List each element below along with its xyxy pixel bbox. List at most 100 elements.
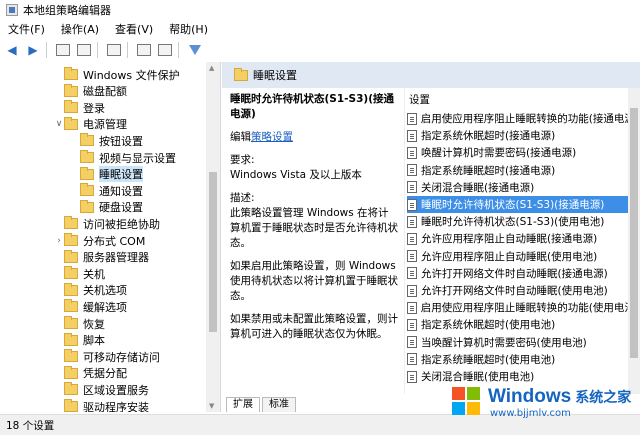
tree-item[interactable]: 驱动程序安装 <box>54 398 149 412</box>
requirements-label: 要求: <box>230 154 255 166</box>
watermark-brand: Windows <box>488 385 572 407</box>
tree-item-label: 区域设置服务 <box>83 383 149 397</box>
policy-title: 睡眠时允许待机状态(S1-S3)(接通电源) <box>230 93 394 120</box>
toolbar-divider <box>127 42 128 58</box>
setting-label: 允许应用程序阻止自动睡眠(接通电源) <box>421 233 598 246</box>
tree-item[interactable]: Windows 文件保护 <box>54 66 180 83</box>
scroll-down-icon[interactable]: ▼ <box>209 402 214 410</box>
setting-row[interactable]: 允许应用程序阻止自动睡眠(使用电池) <box>407 248 629 265</box>
tree-item-label: 硬盘设置 <box>99 201 143 215</box>
setting-row[interactable]: 允许打开网络文件时自动睡眠(使用电池) <box>407 282 629 299</box>
tree-item[interactable]: 磁盘配额 <box>54 83 127 100</box>
setting-label: 指定系统休眠超时(接通电源) <box>421 130 556 143</box>
help-icon[interactable] <box>135 41 153 59</box>
tree-item[interactable]: 服务器管理器 <box>54 249 149 266</box>
back-icon[interactable]: ◀ <box>3 41 21 59</box>
setting-label: 睡眠时允许待机状态(S1-S3)(使用电池) <box>421 216 605 229</box>
setting-row[interactable]: 睡眠时允许待机状态(S1-S3)(使用电池) <box>407 213 629 230</box>
tree-item-label: 按钮设置 <box>99 134 143 148</box>
tree-item[interactable]: 访问被拒绝协助 <box>54 215 160 232</box>
setting-label: 指定系统睡眠超时(使用电池) <box>421 353 556 366</box>
tab-extended[interactable]: 扩展 <box>226 397 260 412</box>
scroll-up-icon[interactable]: ▲ <box>209 64 214 72</box>
expand-arrow-icon[interactable]: › <box>54 236 64 246</box>
setting-row[interactable]: 指定系统睡眠超时(使用电池) <box>407 351 629 368</box>
tree-item[interactable]: 关机 <box>54 265 105 282</box>
tree-item-label: 通知设置 <box>99 184 143 198</box>
description-text: 此策略设置管理 Windows 在将计算机置于睡眠状态时是否允许待机状态。 <box>230 207 398 249</box>
setting-row[interactable]: 启用使应用程序阻止睡眠转换的功能(接通电源) <box>407 110 629 127</box>
settings-column-header[interactable]: 设置 <box>409 92 430 108</box>
policy-setting-icon <box>407 232 417 245</box>
setting-row[interactable]: 启用使应用程序阻止睡眠转换的功能(使用电池) <box>407 299 629 316</box>
tree-item[interactable]: 登录 <box>54 99 105 116</box>
setting-row[interactable]: 当唤醒计算机时需要密码(使用电池) <box>407 334 629 351</box>
watermark-url: www.bjjmlv.com <box>490 407 571 419</box>
tree-item-label: 视频与显示设置 <box>99 151 176 165</box>
tree-item[interactable]: 脚本 <box>54 332 105 349</box>
setting-row[interactable]: 允许打开网络文件时自动睡眠(接通电源) <box>407 265 629 282</box>
show-tree-icon[interactable] <box>75 41 93 59</box>
folder-icon <box>64 365 78 379</box>
policy-settings-link[interactable]: 策略设置 <box>251 131 293 143</box>
setting-row[interactable]: 指定系统休眠超时(使用电池) <box>407 316 629 333</box>
tree-item[interactable]: 区域设置服务 <box>54 381 149 398</box>
tree-item[interactable]: 睡眠设置 <box>70 166 143 183</box>
setting-row[interactable]: 指定系统睡眠超时(接通电源) <box>407 162 629 179</box>
policy-description: 睡眠时允许待机状态(S1-S3)(接通电源) 编辑策略设置 要求: Windows… <box>230 92 398 392</box>
scroll-thumb[interactable] <box>630 108 638 358</box>
setting-row[interactable]: 睡眠时允许待机状态(S1-S3)(接通电源) <box>407 196 629 213</box>
tree-item-label: 凭据分配 <box>83 367 127 381</box>
setting-row[interactable]: 唤醒计算机时需要密码(接通电源) <box>407 144 629 161</box>
folder-icon <box>64 282 78 296</box>
menu-file[interactable]: 文件(F) <box>0 21 53 37</box>
tree-item-label: 磁盘配额 <box>83 85 127 99</box>
setting-row[interactable]: 允许应用程序阻止自动睡眠(接通电源) <box>407 230 629 247</box>
tree-item-label: 关机 <box>83 267 105 281</box>
settings-scrollbar[interactable] <box>628 88 640 394</box>
tree-item[interactable]: 缓解选项 <box>54 298 127 315</box>
tree-item[interactable]: ∨ 电源管理 <box>54 116 127 133</box>
tree-item[interactable]: › 分布式 COM <box>54 232 145 249</box>
setting-row[interactable]: 关闭混合睡眠(接通电源) <box>407 179 629 196</box>
tree-item[interactable]: 恢复 <box>54 315 105 332</box>
edit-line: 编辑策略设置 <box>230 130 398 145</box>
policy-setting-icon <box>407 146 417 159</box>
tree-scrollbar[interactable]: ▲ ▼ <box>206 62 220 412</box>
folder-icon <box>80 199 94 213</box>
edit-prefix: 编辑 <box>230 131 251 143</box>
toolbar-divider <box>46 42 47 58</box>
tree-item[interactable]: 凭据分配 <box>54 365 127 382</box>
tree-item[interactable]: 关机选项 <box>54 282 127 299</box>
tree-item-label: Windows 文件保护 <box>83 68 180 82</box>
tree-item[interactable]: 视频与显示设置 <box>70 149 176 166</box>
properties-icon[interactable] <box>156 41 174 59</box>
setting-label: 启用使应用程序阻止睡眠转换的功能(使用电池) <box>420 302 629 315</box>
setting-label: 关闭混合睡眠(接通电源) <box>421 181 535 194</box>
forward-icon[interactable]: ▶ <box>24 41 42 59</box>
tree-item[interactable]: 可移动存储访问 <box>54 348 160 365</box>
expand-arrow-icon[interactable]: ∨ <box>54 119 64 129</box>
tree-item-label: 驱动程序安装 <box>83 400 149 413</box>
policy-setting-icon <box>407 267 417 280</box>
folder-icon <box>64 299 78 313</box>
menu-help[interactable]: 帮助(H) <box>161 21 216 37</box>
folder-icon <box>80 150 94 163</box>
tree-item[interactable]: 硬盘设置 <box>70 199 143 216</box>
tree-item[interactable]: 按钮设置 <box>70 132 143 149</box>
menu-action[interactable]: 操作(A) <box>53 21 107 37</box>
tree-pane: Windows 文件保护 磁盘配额 登录 ∨ 电源管理 按钮设置视频与显示设置 睡眠设置 通知… <box>0 62 221 412</box>
filter-icon[interactable] <box>186 41 204 59</box>
folder-icon <box>64 266 78 280</box>
details-header: 睡眠设置 <box>222 62 640 88</box>
menu-view[interactable]: 查看(V) <box>107 21 161 37</box>
setting-label: 当唤醒计算机时需要密码(使用电池) <box>421 336 587 349</box>
export-list-icon[interactable] <box>105 41 123 59</box>
setting-label: 启用使应用程序阻止睡眠转换的功能(接通电源) <box>420 113 629 125</box>
up-folder-icon[interactable] <box>54 41 72 59</box>
tab-standard[interactable]: 标准 <box>262 397 296 412</box>
tree-item-label: 分布式 COM <box>83 234 146 248</box>
setting-row[interactable]: 指定系统休眠超时(接通电源) <box>407 127 629 144</box>
scroll-thumb[interactable] <box>209 172 217 332</box>
tree-item[interactable]: 通知设置 <box>70 182 143 199</box>
